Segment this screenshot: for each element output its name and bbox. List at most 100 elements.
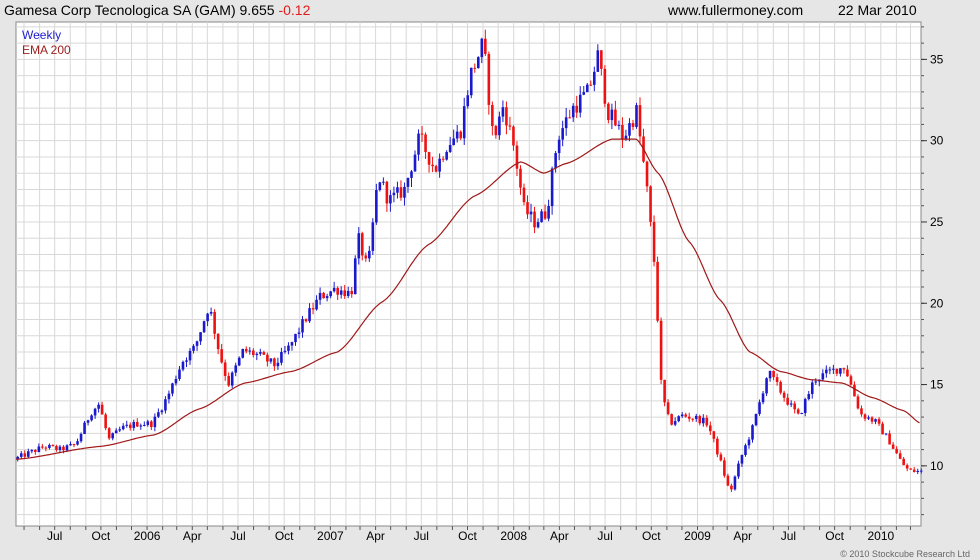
candle-body (789, 403, 793, 405)
candle-body (118, 429, 122, 431)
candle-body (248, 350, 252, 352)
candle-body (726, 475, 730, 486)
candle-body (399, 187, 403, 198)
candle-body (364, 255, 368, 259)
candle-body (339, 290, 343, 295)
candle-body (786, 397, 789, 405)
candle-body (396, 187, 399, 193)
candle-body (751, 425, 754, 440)
candle-body (895, 448, 898, 454)
x-tick-label: 2007 (317, 529, 344, 543)
candle-body (860, 408, 863, 415)
candle-body (747, 439, 751, 446)
candle-body (332, 287, 336, 292)
candle-body (498, 116, 501, 136)
candle-body (765, 378, 768, 394)
candle-body (58, 446, 62, 450)
candle-body (455, 131, 459, 139)
candle-body (909, 468, 913, 470)
candle-body (839, 368, 842, 374)
candle-body (473, 67, 477, 69)
candle-body (835, 368, 839, 374)
candle-body (656, 261, 659, 321)
candle-body (157, 412, 160, 417)
candle-body (121, 425, 125, 430)
candle-body (237, 357, 241, 366)
candle-body (881, 423, 884, 435)
candle-body (680, 414, 684, 417)
candle-body (72, 444, 76, 446)
candle-body (557, 139, 561, 154)
candle-body (543, 211, 547, 219)
candle-body (888, 433, 891, 445)
candle-body (234, 365, 238, 373)
candle-body (723, 460, 726, 476)
candle-body (905, 465, 909, 469)
candle-body (104, 414, 107, 429)
candle-body (600, 50, 603, 69)
candle-body (34, 449, 37, 452)
candle-body (294, 333, 297, 343)
candle-body (522, 187, 526, 203)
x-tick-label: Jul (597, 529, 612, 543)
candle-body (385, 181, 389, 204)
candle-body (779, 381, 782, 393)
candle-body (325, 296, 329, 299)
candle-body (578, 94, 582, 113)
candle-body (810, 382, 814, 395)
candle-body (329, 291, 332, 297)
candle-body (311, 308, 315, 310)
candle-body (420, 133, 424, 135)
candle-body (803, 399, 807, 414)
candle-body (568, 117, 571, 119)
candle-body (192, 345, 195, 351)
candle-body (357, 233, 361, 259)
x-tick-label: 2008 (500, 529, 527, 543)
candle-body (164, 399, 167, 411)
candle-body (480, 38, 484, 58)
candle-body (371, 222, 375, 251)
candle-body (241, 348, 245, 358)
y-tick-label: 10 (930, 459, 944, 473)
candle-body (635, 105, 638, 127)
candle-body (547, 206, 550, 219)
candle-body (754, 413, 758, 426)
candle-body (244, 348, 248, 352)
candle-body (737, 463, 740, 477)
candle-body (90, 415, 93, 421)
candle-body (533, 211, 536, 228)
candle-body (378, 182, 382, 191)
candle-body (487, 53, 491, 105)
candle-body (832, 368, 835, 370)
candle-body (849, 376, 853, 385)
candle-body (125, 424, 129, 426)
candle-body (768, 370, 772, 379)
candle-body (515, 145, 519, 169)
candle-body (55, 446, 58, 450)
x-tick-label: Apr (183, 529, 202, 543)
candle-body (691, 418, 695, 420)
candle-body (617, 124, 621, 126)
candle-body (821, 373, 825, 380)
y-tick-label: 20 (930, 296, 944, 310)
candle-body (213, 311, 216, 334)
candle-body (389, 195, 392, 204)
candle-body (255, 353, 259, 356)
candle-body (273, 358, 276, 367)
candle-body (916, 470, 920, 472)
candle-body (596, 50, 600, 72)
candle-body (111, 433, 114, 439)
candle-body (491, 104, 494, 126)
candle-body (730, 485, 733, 490)
candle-body (719, 454, 723, 461)
x-tick-label: Jul (781, 529, 796, 543)
candle-body (100, 404, 104, 415)
candle-body (417, 133, 420, 155)
candle-body (884, 433, 888, 435)
candle-body (856, 396, 860, 409)
candle-body (677, 416, 680, 422)
candle-body (178, 369, 181, 379)
candle-body (466, 95, 470, 107)
candle-body (322, 292, 325, 299)
y-tick-label: 25 (930, 215, 944, 229)
